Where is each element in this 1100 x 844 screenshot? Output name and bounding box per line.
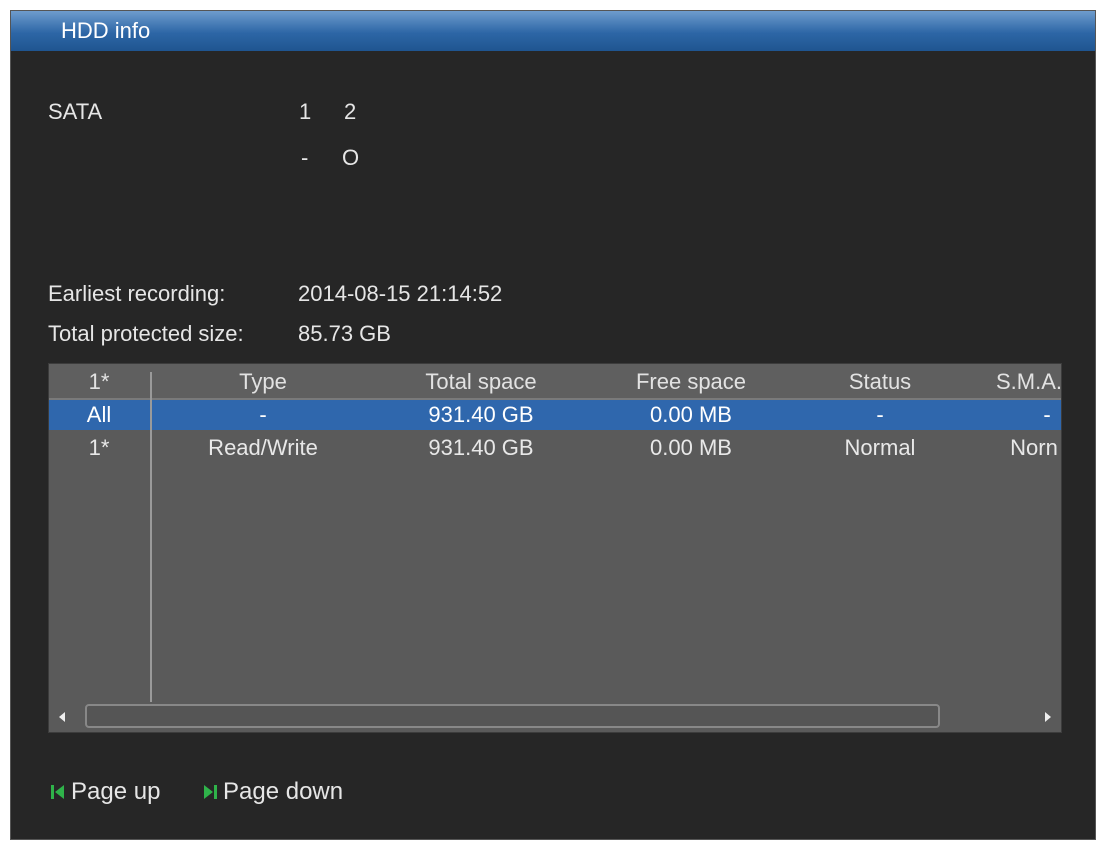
cell-total: 931.40 GB — [428, 402, 534, 427]
column-divider — [150, 372, 152, 702]
horizontal-scrollbar[interactable] — [49, 702, 1061, 732]
header-status[interactable]: Status — [849, 369, 911, 395]
sata-port-number-2: 2 — [344, 99, 357, 124]
hdd-info-window: HDD info SATA 1 2 - O Earliest recording… — [10, 10, 1096, 840]
cell-id: 1* — [88, 435, 110, 460]
cell-status: Normal — [844, 435, 916, 460]
page-down-icon — [204, 785, 217, 799]
earliest-recording-label: Earliest recording: — [48, 281, 226, 306]
cell-smart: Norn — [1010, 435, 1058, 460]
header-total-space[interactable]: Total space — [425, 369, 536, 395]
table-row-all[interactable]: All - 931.40 GB 0.00 MB - - — [49, 400, 1061, 430]
scrollbar-thumb[interactable] — [85, 704, 940, 728]
cell-smart: - — [1043, 402, 1051, 427]
sata-port-state-1: - — [301, 145, 309, 170]
header-free-space[interactable]: Free space — [636, 369, 746, 395]
sata-port-number-1: 1 — [299, 99, 312, 124]
cell-status: - — [876, 402, 884, 427]
scroll-right-arrow-icon[interactable] — [1045, 712, 1051, 722]
page-up-label: Page up — [71, 778, 161, 805]
window-title: HDD info — [11, 11, 1095, 51]
table-header: 1* Type Total space Free space Status S.… — [49, 364, 1061, 400]
cell-type: Read/Write — [208, 435, 318, 460]
scroll-left-arrow-icon[interactable] — [59, 712, 65, 722]
earliest-recording-value: 2014-08-15 21:14:52 — [298, 281, 503, 306]
cell-id: All — [86, 402, 112, 427]
cell-total: 931.40 GB — [428, 435, 534, 460]
header-type[interactable]: Type — [239, 369, 287, 395]
sata-label: SATA — [48, 99, 103, 124]
protected-size-label: Total protected size: — [48, 321, 244, 346]
cell-free: 0.00 MB — [650, 435, 732, 460]
page-down-button[interactable]: Page down — [203, 777, 343, 807]
header-id[interactable]: 1* — [89, 369, 110, 395]
table-row-disk-1[interactable]: 1* Read/Write 931.40 GB 0.00 MB Normal N… — [49, 433, 1061, 463]
cell-type: - — [259, 402, 267, 427]
cell-free: 0.00 MB — [650, 402, 732, 427]
page-up-button[interactable]: Page up — [51, 777, 160, 807]
page-down-label: Page down — [223, 778, 344, 805]
hdd-table: 1* Type Total space Free space Status S.… — [48, 363, 1062, 733]
protected-size-value: 85.73 GB — [298, 321, 391, 346]
header-smart[interactable]: S.M.A. — [996, 369, 1061, 395]
sata-port-state-2: O — [342, 145, 360, 170]
page-up-icon — [51, 785, 64, 799]
